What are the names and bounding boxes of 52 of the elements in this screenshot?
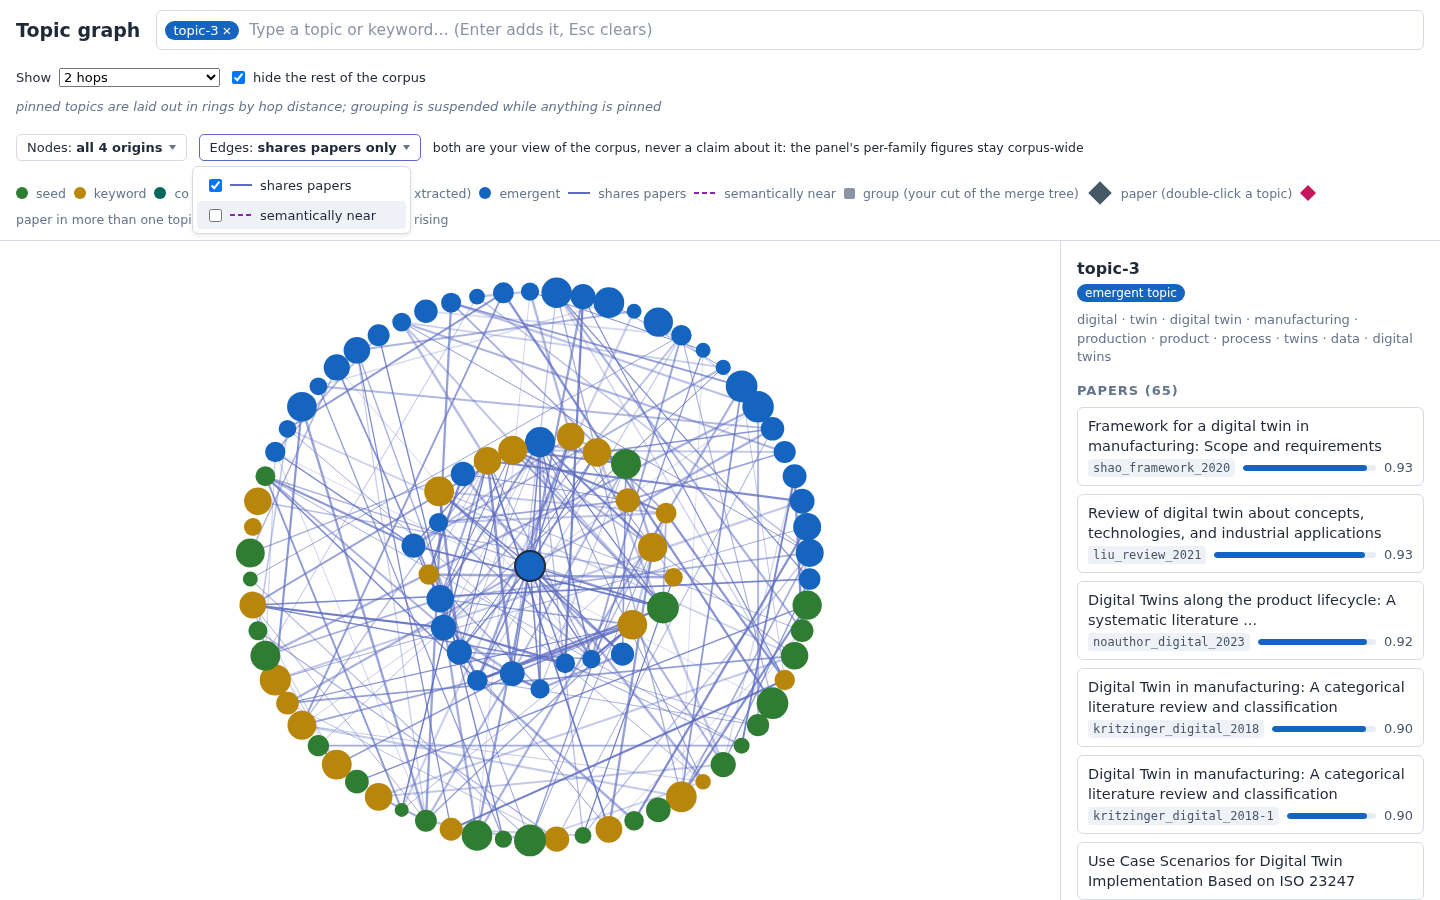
paper-title: Digital Twins along the product lifecycle: A systematic literature ... xyxy=(1088,590,1397,630)
filter-dropdown[interactable]: Edges: shares papers only xyxy=(198,134,421,161)
topic-badge: emergent topic xyxy=(1077,284,1185,302)
layout-note: pinned topics are laid out in rings by hop distance; grouping is suspended while anything is pinned xyxy=(16,99,663,114)
score-value: 0.92 xyxy=(1384,634,1413,649)
citation-key: shao_framework_2020 xyxy=(1088,458,1236,477)
menu-label: semantically near xyxy=(260,207,377,223)
legend-label: xtracted) xyxy=(414,185,472,201)
score-value: 0.90 xyxy=(1384,721,1413,736)
legend-label: seed xyxy=(36,185,66,201)
score-value: 0.93 xyxy=(1384,547,1413,562)
legend-label: emergent xyxy=(499,185,561,201)
paper-title: Review of digital twin about concepts, technologies, and industrial applications xyxy=(1088,503,1383,543)
remove-chip-button[interactable]: × xyxy=(222,22,232,38)
menu-label: shares papers xyxy=(260,177,352,193)
legend-label: shares papers xyxy=(598,185,687,201)
show-label: Show xyxy=(16,70,52,85)
keyword-list: digital · twin · digital twin · manufacturing · production · product · process · twins · data · digital twins xyxy=(1077,311,1424,367)
legend-label: semantically near xyxy=(724,185,836,201)
legend-label: rising xyxy=(414,211,449,227)
topic-title: topic-3 xyxy=(1077,259,1141,278)
search-field[interactable]: topic-3 × Type a topic or keyword… (Enter adds it, Esc clears) xyxy=(156,10,1424,50)
paper-card[interactable]: Digital Twin in manufacturing: A categorical literature review and classification kritzinger_digital_2018 0.90 xyxy=(1077,667,1424,747)
chip-label: topic-3 xyxy=(173,22,219,38)
checkbox-label: hide the rest of the corpus xyxy=(253,70,426,85)
legend-label: group (your cut of the merge tree) xyxy=(862,185,1079,201)
legend-label: keyword xyxy=(93,185,147,201)
page-title: Topic graph xyxy=(16,19,141,41)
menu-item[interactable]: shares papers xyxy=(197,171,406,199)
menu-item[interactable]: semantically near xyxy=(197,201,406,229)
paper-card[interactable]: Framework for a digital twin in manufacturing: Scope and requirements shao_framework_2020 0.93 xyxy=(1077,406,1424,486)
paper-card[interactable]: Review of digital twin about concepts, technologies, and industrial applications liu_review_2021 0.93 xyxy=(1077,493,1424,573)
paper-card[interactable]: Use Case Scenarios for Digital Twin Implementation Based on ISO 23247 xyxy=(1077,841,1424,900)
paper-title: Framework for a digital twin in manufacturing: Scope and requirements xyxy=(1088,416,1383,456)
citation-key: kritzinger_digital_2018 xyxy=(1088,719,1265,738)
paper-title: Use Case Scenarios for Digital Twin Implementation Based on ISO 23247 xyxy=(1088,851,1357,891)
citation-key: kritzinger_digital_2018-1 xyxy=(1088,806,1279,825)
papers-heading: PAPERS (65) xyxy=(1077,382,1180,398)
paper-card[interactable]: Digital Twin in manufacturing: A categorical literature review and classification kritzinger_digital_2018-1 0.90 xyxy=(1077,754,1424,834)
paper-card[interactable]: Digital Twins along the product lifecycle: A systematic literature ... noauthor_digital_2023 0.92 xyxy=(1077,580,1424,660)
citation-key: noauthor_digital_2023 xyxy=(1088,632,1250,651)
hops-select[interactable]: 2 hops xyxy=(59,68,221,87)
score-value: 0.93 xyxy=(1384,460,1413,475)
legend-label: co xyxy=(174,185,189,201)
filter-dropdown[interactable]: Nodes: all 4 origins xyxy=(16,134,187,161)
paper-title: Digital Twin in manufacturing: A categorical literature review and classification xyxy=(1088,764,1406,804)
legend-label: paper in more than one topi xyxy=(16,211,192,227)
citation-key: liu_review_2021 xyxy=(1088,545,1207,564)
legend-label: paper (double-click a topic) xyxy=(1120,185,1293,201)
score-value: 0.90 xyxy=(1384,808,1413,823)
paper-title: Digital Twin in manufacturing: A categorical literature review and classification xyxy=(1088,677,1406,717)
filter-note: both are your view of the corpus, never a claim about it: the panel's per-family figures stay corpus-wide xyxy=(432,140,1084,155)
